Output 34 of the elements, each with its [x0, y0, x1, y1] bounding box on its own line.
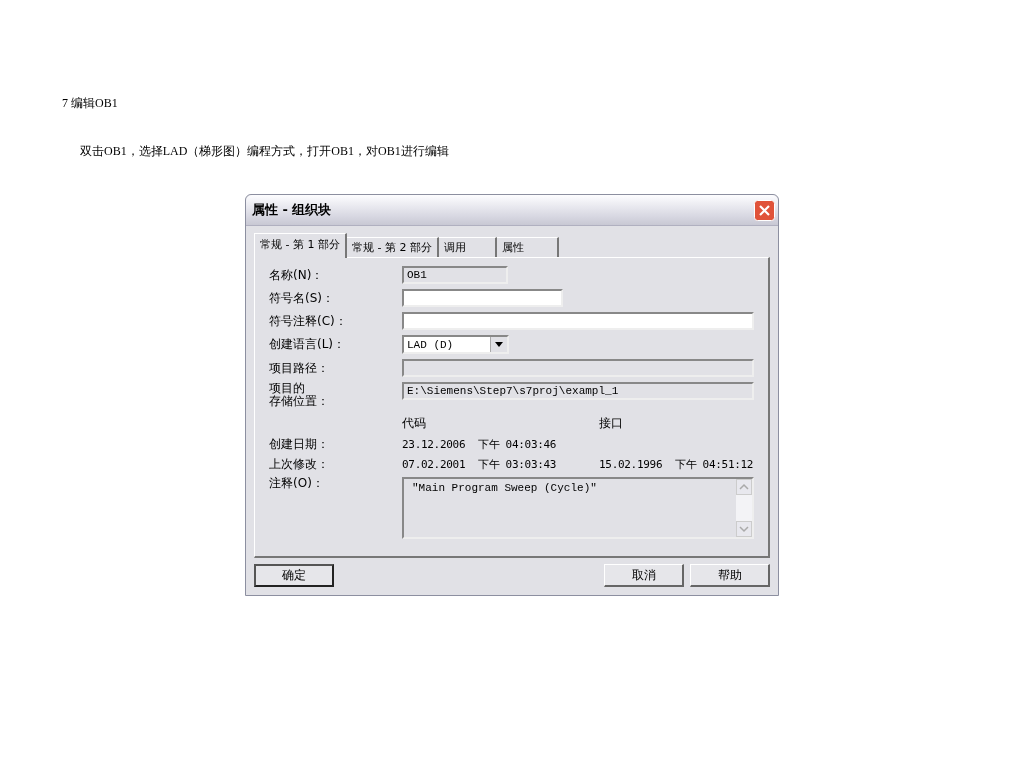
input-field[interactable] [402, 359, 754, 377]
input-field[interactable]: E:\Siemens\Step7\s7proj\exampl_1 [402, 382, 754, 400]
scrollbar[interactable] [736, 479, 752, 537]
input-field[interactable] [402, 289, 563, 307]
window-title: 属性 - 组织块 [252, 201, 332, 219]
input-field[interactable] [402, 312, 754, 330]
field-label: 存储位置： [269, 395, 330, 408]
field-label: 符号注释(C)： [269, 314, 348, 328]
dialog-button[interactable]: 取消 [604, 564, 684, 587]
field-label: 上次修改： [269, 458, 330, 471]
column-header: 代码 [402, 415, 427, 432]
field-label: 项目的 [269, 382, 306, 395]
date-value: 23.12.2006 下午 04:03:46 [402, 437, 558, 452]
date-value: 07.02.2001 下午 03:03:43 [402, 457, 558, 472]
field-label: 创建日期： [269, 438, 330, 451]
dialog-button[interactable]: 确定 [254, 564, 334, 587]
tab[interactable]: 调用 [438, 237, 497, 257]
dropdown[interactable]: LAD (D) [402, 335, 509, 354]
tab[interactable]: 属性 [496, 237, 559, 257]
field-label: 名称(N)： [269, 268, 325, 282]
comment-field[interactable]: "Main Program Sweep (Cycle)" [402, 477, 754, 539]
input-field[interactable]: OB1 [402, 266, 508, 284]
date-value: 15.02.1996 下午 04:51:12 [599, 457, 755, 472]
field-label: 符号名(S)： [269, 291, 335, 305]
field-label: 项目路径： [269, 361, 330, 375]
section-heading: 7 编辑OB1 [62, 95, 118, 112]
dialog-button[interactable]: 帮助 [690, 564, 770, 587]
field-label: 注释(O)： [269, 477, 325, 490]
close-icon[interactable] [754, 199, 775, 221]
tab[interactable]: 常规 - 第 2 部分 [346, 237, 439, 257]
instruction-text: 双击OB1，选择LAD（梯形图）编程方式，打开OB1，对OB1进行编辑 [80, 143, 449, 160]
column-header: 接口 [599, 415, 624, 432]
tab[interactable]: 常规 - 第 1 部分 [254, 233, 347, 258]
field-label: 创建语言(L)： [269, 338, 347, 351]
